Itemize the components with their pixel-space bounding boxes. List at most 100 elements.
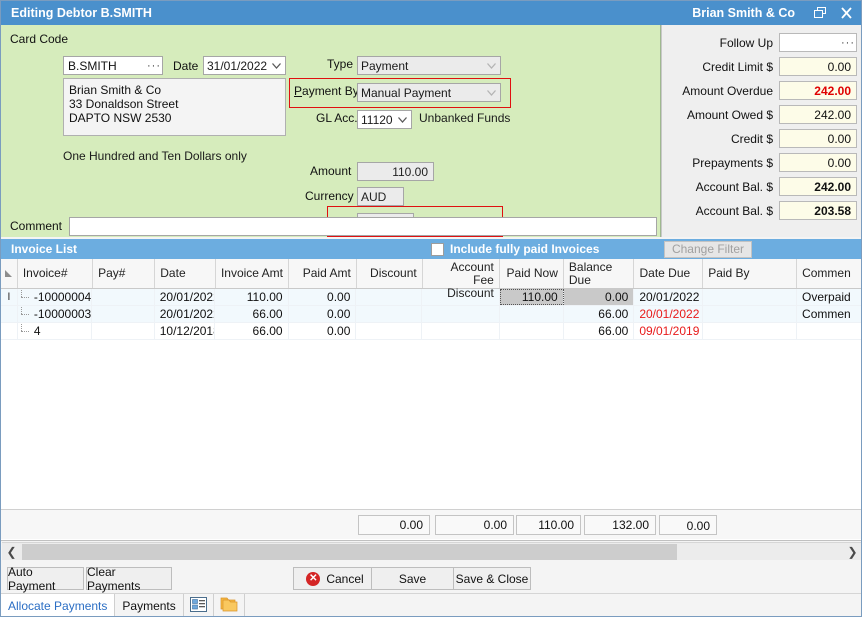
type-select[interactable]: Payment <box>357 56 501 75</box>
save-and-close-button[interactable]: Save & Close <box>453 567 531 590</box>
tree-expander-icon[interactable] <box>18 323 34 339</box>
tab-form-document[interactable] <box>184 594 214 617</box>
gl-acc-select[interactable]: 11120 <box>357 110 412 129</box>
grid-horizontal-scrollbar[interactable]: ❮ ❯ <box>2 542 862 560</box>
col-header-invoice-amt[interactable]: Invoice Amt <box>216 259 289 288</box>
include-fully-paid-toggle[interactable]: Include fully paid Invoices <box>431 242 599 256</box>
grid-sort-indicator[interactable] <box>1 259 18 288</box>
restore-window-icon[interactable] <box>807 2 833 24</box>
chevron-down-icon[interactable] <box>484 84 498 101</box>
amount-value: 110.00 <box>392 165 428 179</box>
gl-acc-label: GL Acc. <box>316 111 358 125</box>
chevron-down-icon[interactable] <box>484 57 498 74</box>
summary-row-account-bal-2: Account Bal. $ 203.58 <box>662 200 862 221</box>
row-indicator-cell <box>1 306 18 322</box>
amount-overdue-label: Amount Overdue <box>682 84 773 98</box>
change-filter-button[interactable]: Change Filter <box>664 241 752 258</box>
cell-date-due: 09/01/2019 <box>634 323 703 339</box>
cell-discount <box>356 289 422 305</box>
cell-date-due: 20/01/2022 <box>634 306 703 322</box>
card-code-input[interactable]: B.SMITH ··· <box>63 56 163 75</box>
date-input[interactable]: 31/01/2022 <box>203 56 286 75</box>
tree-expander-icon[interactable] <box>18 306 34 322</box>
total-account-fee-discount: 0.00 <box>435 515 514 535</box>
form-document-icon <box>190 597 207 615</box>
tab-folder-stack[interactable] <box>214 594 245 617</box>
table-row[interactable]: 4 10/12/2018 66.00 0.00 66.00 09/01/2019 <box>1 323 862 340</box>
payment-by-row: Payment By <box>294 84 359 98</box>
tab-payments[interactable]: Payments <box>115 594 183 617</box>
action-button-bar: Auto Payment Clear Payments ✕ Cancel Sav… <box>1 563 862 593</box>
table-row[interactable]: -10000003 20/01/2022 66.00 0.00 66.00 20… <box>1 306 862 323</box>
summary-row-amount-owed: Amount Owed $ 242.00 <box>662 104 862 125</box>
col-header-paid-by[interactable]: Paid By <box>703 259 797 288</box>
prepayments-value: 0.00 <box>779 153 857 172</box>
date-label: Date <box>173 59 198 73</box>
close-window-icon[interactable] <box>833 2 859 24</box>
card-code-browse-button[interactable]: ··· <box>146 57 162 74</box>
tab-allocate-payments[interactable]: Allocate Payments <box>1 594 115 617</box>
total-date-due: 0.00 <box>659 515 717 535</box>
col-header-account-fee-discount[interactable]: Account FeeDiscount <box>423 259 500 288</box>
cell-discount <box>356 306 422 322</box>
col-header-invoice-number[interactable]: Invoice# <box>18 259 93 288</box>
col-header-paid-now[interactable]: Paid Now <box>500 259 564 288</box>
scrollbar-thumb[interactable] <box>22 544 677 560</box>
summary-row-credit-limit: Credit Limit $ 0.00 <box>662 56 862 77</box>
cell-account-fee-discount <box>422 323 499 339</box>
scroll-right-icon[interactable]: ❯ <box>843 543 862 561</box>
scroll-left-icon[interactable]: ❮ <box>2 543 21 561</box>
summary-row-prepayments: Prepayments $ 0.00 <box>662 152 862 173</box>
cell-paid-by <box>703 323 797 339</box>
col-header-date[interactable]: Date <box>155 259 215 288</box>
total-discount: 0.00 <box>358 515 430 535</box>
payment-by-select[interactable]: Manual Payment <box>357 83 501 102</box>
cancel-button[interactable]: ✕ Cancel <box>293 567 377 590</box>
type-row: Type <box>327 57 353 71</box>
credit-limit-label: Credit Limit $ <box>702 60 773 74</box>
payment-by-value: Manual Payment <box>361 86 451 100</box>
follow-up-browse-button[interactable]: ··· <box>840 34 856 51</box>
table-row[interactable]: I -10000004 20/01/2022 110.00 0.00 110.0… <box>1 289 862 306</box>
col-header-pay-number[interactable]: Pay# <box>93 259 155 288</box>
cell-paid-now[interactable]: 110.00 <box>500 289 564 305</box>
currency-label: Currency <box>305 189 354 203</box>
cell-invoice-number-text: -10000003 <box>34 307 91 321</box>
debtor-address-box: Brian Smith & Co 33 Donaldson Street DAP… <box>63 78 286 136</box>
cell-paid-now[interactable] <box>500 306 564 322</box>
cell-date: 20/01/2022 <box>155 289 215 305</box>
cell-paid-by <box>703 289 797 305</box>
payment-form-panel: Card Code B.SMITH ··· Date 31/01/2022 Br… <box>1 25 661 237</box>
chevron-down-icon[interactable] <box>269 57 283 74</box>
cell-invoice-amt: 66.00 <box>215 323 288 339</box>
comment-row: Comment <box>1 215 661 237</box>
cell-paid-now[interactable] <box>500 323 564 339</box>
amount-owed-label: Amount Owed $ <box>687 108 773 122</box>
amount-input[interactable]: 110.00 <box>357 162 434 181</box>
summary-row-amount-overdue: Amount Overdue 242.00 <box>662 80 862 101</box>
currency-value: AUD <box>361 190 386 204</box>
follow-up-input[interactable]: ··· <box>779 33 857 52</box>
cell-date: 10/12/2018 <box>155 323 215 339</box>
total-balance-due: 132.00 <box>584 515 656 535</box>
cell-pay-number <box>92 306 154 322</box>
save-button[interactable]: Save <box>371 567 454 590</box>
col-header-paid-amt[interactable]: Paid Amt <box>289 259 357 288</box>
col-header-comment[interactable]: Commen <box>797 259 862 288</box>
cell-account-fee-discount <box>422 289 499 305</box>
account-bal-1-value: 242.00 <box>779 177 857 196</box>
include-fully-paid-checkbox[interactable] <box>431 243 444 256</box>
payment-by-label: Payment By <box>294 84 359 98</box>
col-header-date-due[interactable]: Date Due <box>634 259 703 288</box>
clear-payments-button[interactable]: Clear Payments <box>86 567 172 590</box>
comment-input[interactable] <box>69 217 657 236</box>
tree-expander-icon[interactable] <box>18 289 34 305</box>
cell-paid-amt: 0.00 <box>289 306 357 322</box>
currency-input[interactable]: AUD <box>357 187 404 206</box>
follow-up-label: Follow Up <box>720 36 773 50</box>
auto-payment-button[interactable]: Auto Payment <box>7 567 84 590</box>
col-header-discount[interactable]: Discount <box>357 259 423 288</box>
chevron-down-icon[interactable] <box>395 111 409 128</box>
cancel-icon: ✕ <box>306 572 320 586</box>
col-header-balance-due[interactable]: Balance Due <box>564 259 635 288</box>
